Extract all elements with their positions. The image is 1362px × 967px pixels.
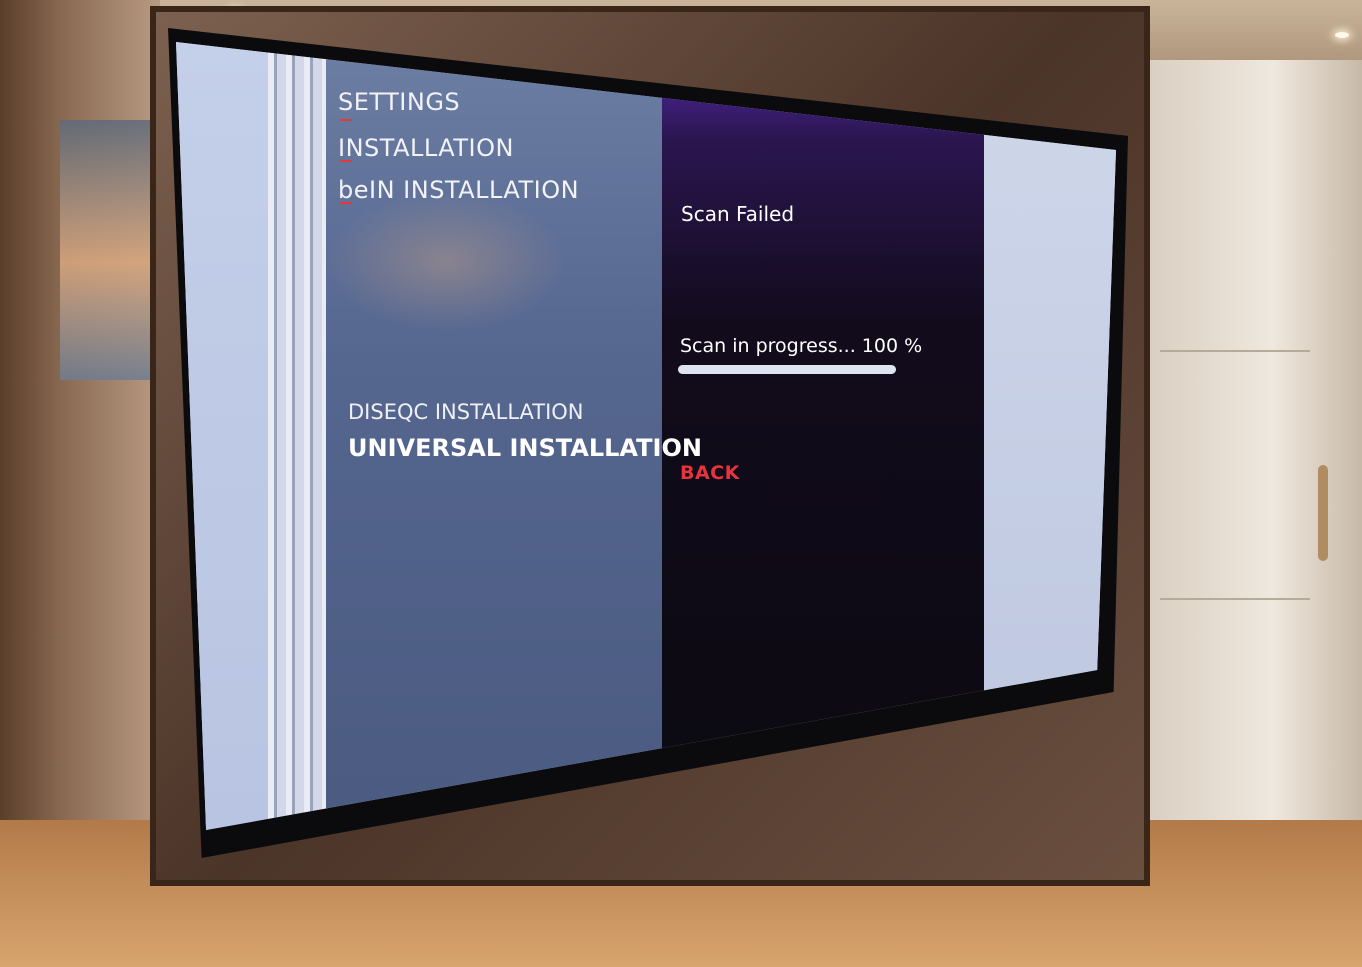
breadcrumb-installation[interactable]: INSTALLATION xyxy=(338,134,514,162)
scan-progress-label: Scan in progress... 100 % xyxy=(680,335,923,357)
scan-progress-fill xyxy=(678,365,896,374)
ceiling-light xyxy=(1335,32,1349,38)
breadcrumb-marker xyxy=(340,202,352,204)
screen-artifact-bars xyxy=(268,42,328,830)
breadcrumb-bein-installation[interactable]: beIN INSTALLATION xyxy=(338,176,579,204)
menu-item-diseqc-installation[interactable]: DISEQC INSTALLATION xyxy=(348,400,584,424)
cabinet-handle xyxy=(1318,465,1328,561)
cabinet-seam xyxy=(1160,598,1310,600)
menu-item-universal-installation[interactable]: UNIVERSAL INSTALLATION xyxy=(348,434,702,462)
cabinet-seam xyxy=(1160,350,1310,352)
breadcrumb-settings[interactable]: SETTINGS xyxy=(338,88,460,116)
scan-progress-bar xyxy=(678,365,896,374)
scan-status: Scan Failed xyxy=(681,202,795,226)
breadcrumb-marker xyxy=(340,119,352,121)
panel-reflection xyxy=(326,192,566,332)
breadcrumb-marker xyxy=(340,160,352,162)
back-button[interactable]: BACK xyxy=(680,462,740,484)
